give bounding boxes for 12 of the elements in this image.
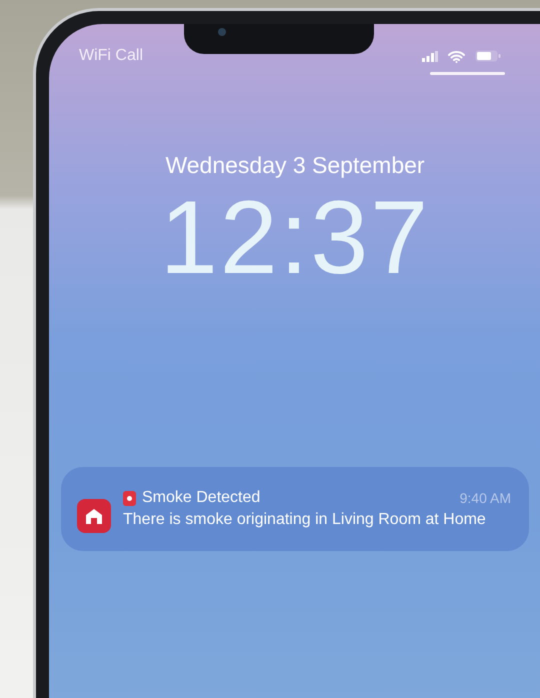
notification-title: Smoke Detected xyxy=(142,489,260,507)
carrier-label: WiFi Call xyxy=(79,47,143,65)
notification-time: 9:40 AM xyxy=(460,490,511,506)
battery-icon xyxy=(475,50,501,62)
wifi-icon xyxy=(448,50,465,62)
alarm-icon xyxy=(123,490,136,506)
signal-icon xyxy=(422,50,438,62)
notification-card[interactable]: Smoke Detected 9:40 AM There is smoke originating in Living Room at Home xyxy=(61,467,529,551)
notification-message: There is smoke originating in Living Room at Home xyxy=(123,510,487,530)
lock-date: Wednesday 3 September xyxy=(164,152,426,179)
lock-time: 12:37 xyxy=(158,183,432,293)
house-app-icon xyxy=(77,499,111,533)
